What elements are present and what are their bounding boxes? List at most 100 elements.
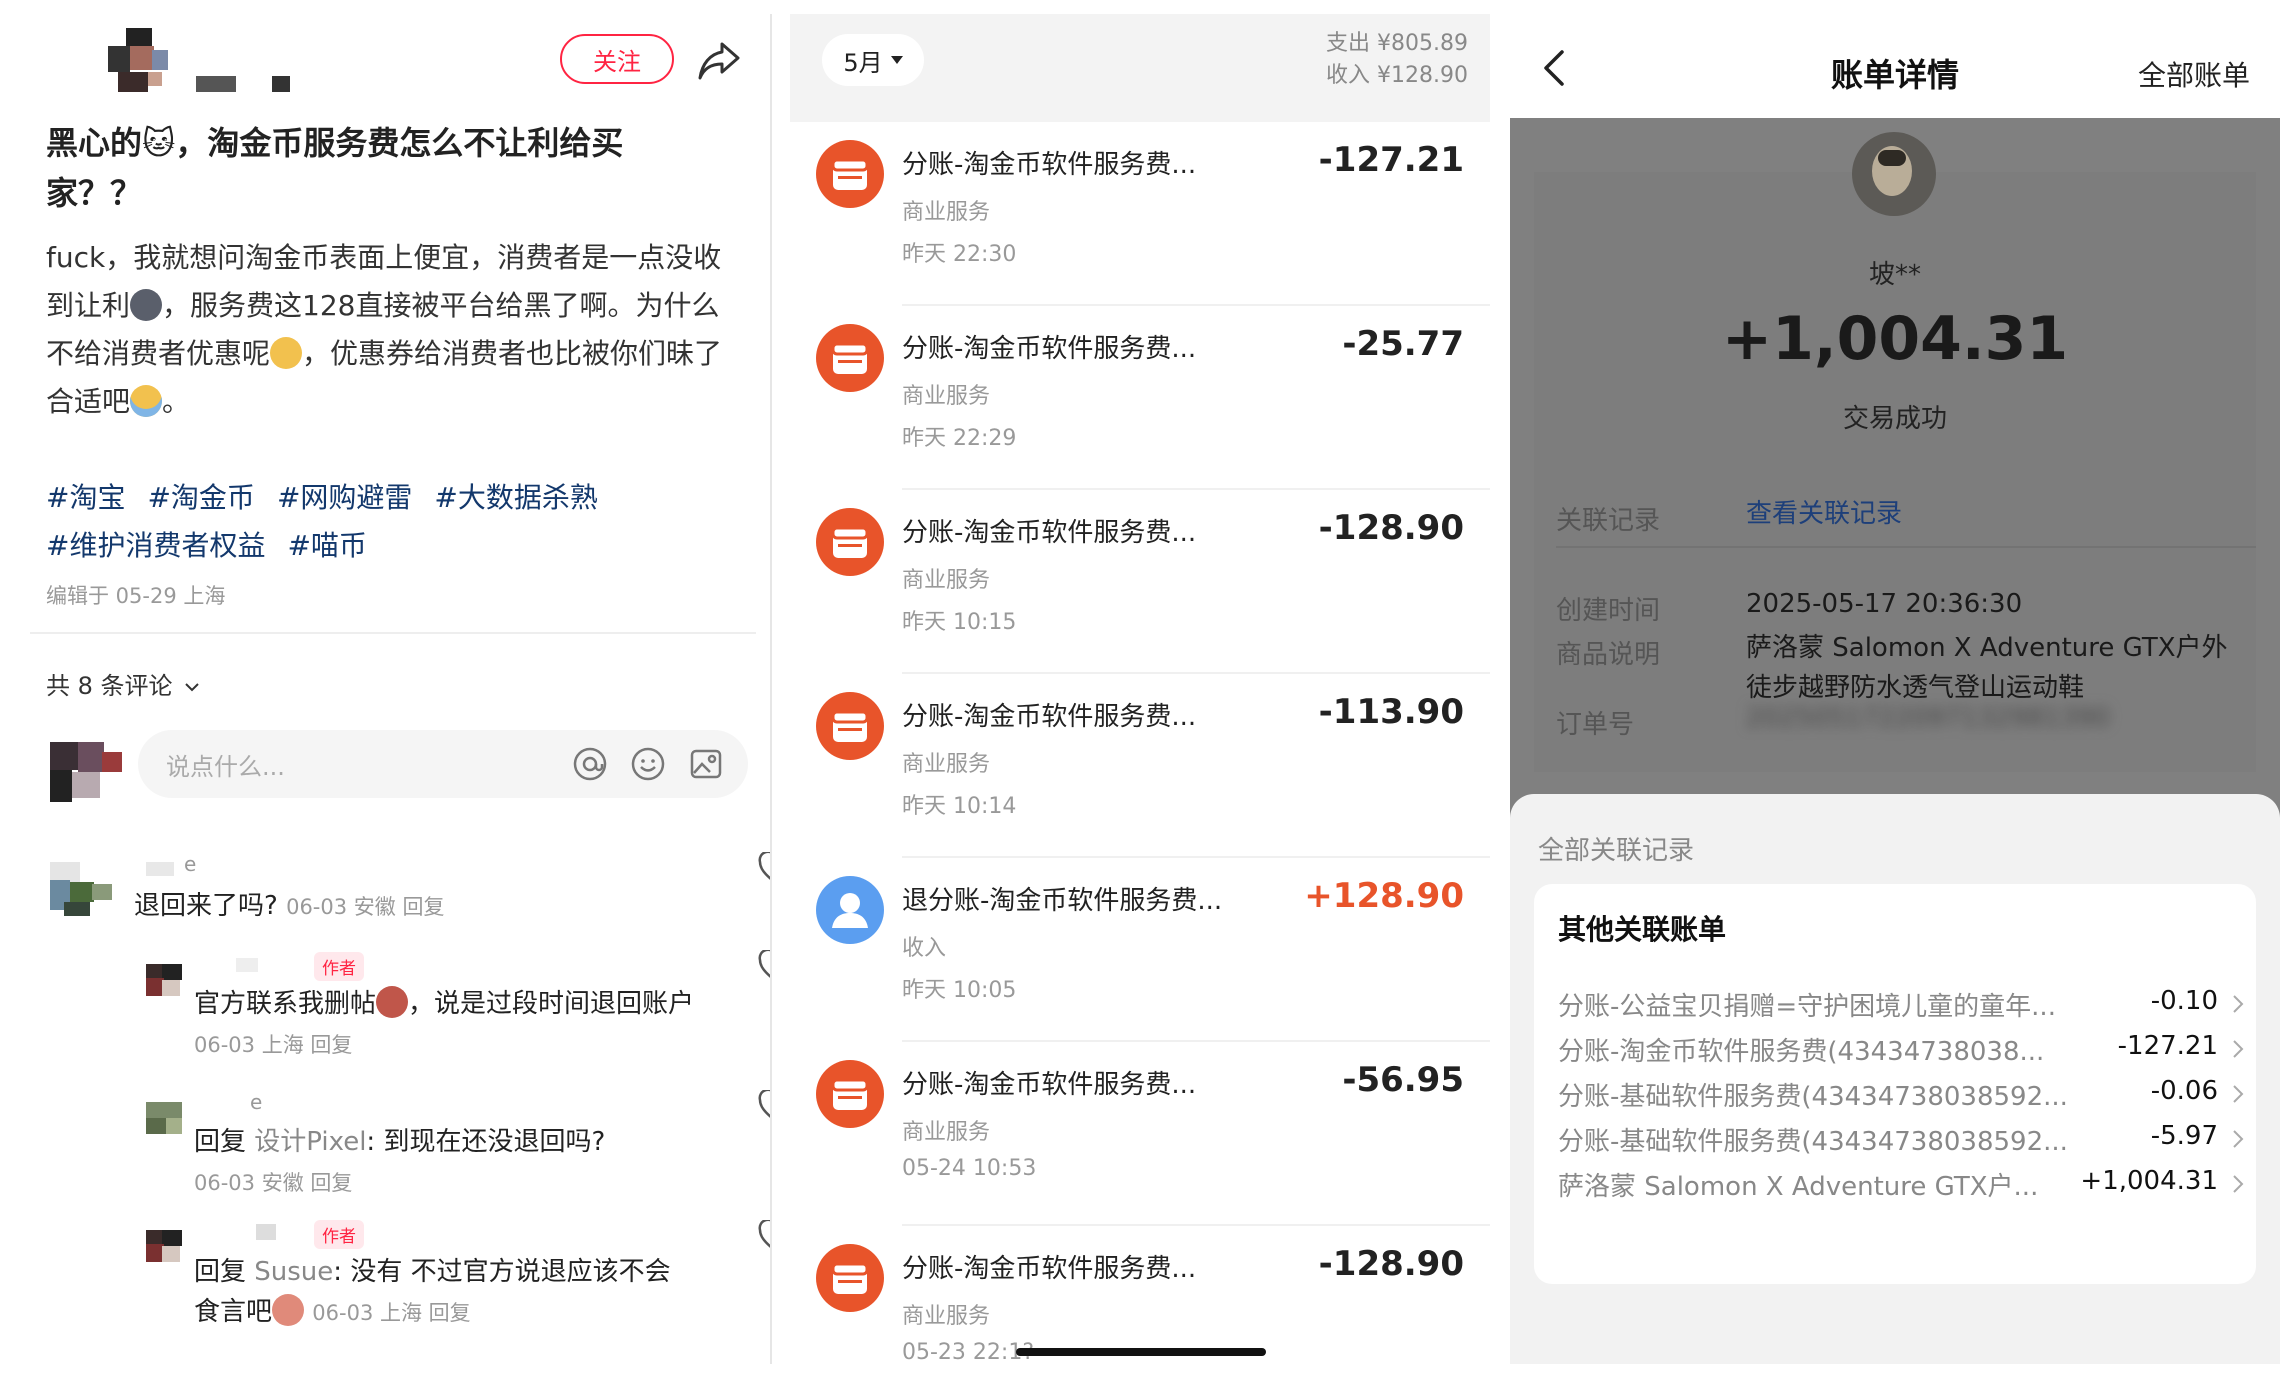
transaction-row[interactable]: 分账-淘金币软件服务费... -127.21 商业服务 昨天 22:30 <box>790 122 1490 306</box>
order-number-label: 订单号 <box>1556 710 1635 740</box>
transaction-row[interactable]: 分账-淘金币软件服务费... -128.90 商业服务 05-23 22:1? <box>790 1226 1490 1364</box>
tag[interactable]: #大数据杀熟 <box>434 481 597 514</box>
commenter-avatar[interactable] <box>50 862 112 918</box>
related-bill-row[interactable]: 分账-淘金币软件服务费(43434738038... -127.21 <box>1558 1031 2248 1075</box>
like-heart-icon[interactable] <box>758 1220 772 1254</box>
author-badge: 作者 <box>314 1220 364 1249</box>
related-bill-amount: -0.06 <box>2150 1076 2218 1106</box>
share-icon[interactable] <box>696 38 742 82</box>
commenter-name: e <box>184 852 197 876</box>
created-time-value: 2025-05-17 20:36:30 <box>1746 589 2023 619</box>
divider <box>30 632 756 634</box>
transaction-title: 分账-淘金币软件服务费... <box>902 150 1197 180</box>
summary-expense: 支出 ¥805.89 <box>1326 31 1468 56</box>
pleading-emoji-icon <box>272 1294 305 1326</box>
mention-icon[interactable] <box>572 746 608 782</box>
author-badge: 作者 <box>314 952 364 981</box>
transaction-row[interactable]: 分账-淘金币软件服务费... -56.95 商业服务 05-24 10:53 <box>790 1042 1490 1226</box>
transaction-category: 商业服务 <box>902 1120 991 1145</box>
follow-button[interactable]: 关注 <box>560 34 674 84</box>
transaction-time: 05-23 22:1? <box>902 1340 1034 1364</box>
dark-moon-emoji-icon <box>130 289 163 321</box>
tag[interactable]: #维护消费者权益 <box>46 529 265 562</box>
input-icons <box>572 746 724 782</box>
bill-detail-panel: 账单详情 全部账单 坡** +1,004.31 交易成功 关联记录 查看关联记录… <box>1510 14 2280 1364</box>
author-reply-avatar[interactable] <box>146 964 182 998</box>
transaction-status: 交易成功 <box>1842 404 1947 434</box>
transaction-amount: -128.90 <box>1318 1244 1464 1284</box>
related-bills-title: 其他关联账单 <box>1558 913 1727 946</box>
transaction-time: 昨天 10:05 <box>902 978 1017 1003</box>
store-icon <box>816 140 884 208</box>
month-label: 5月 <box>843 48 883 77</box>
reply-to-name[interactable]: 设计Pixel <box>254 1127 366 1157</box>
comment-meta[interactable]: 06-03 上海 回复 <box>312 1301 470 1325</box>
transaction-amount: +1,004.31 <box>1721 304 2069 374</box>
tag[interactable]: #网购避雷 <box>277 481 412 514</box>
transaction-row[interactable]: 分账-淘金币软件服务费... -128.90 商业服务 昨天 10:15 <box>790 490 1490 674</box>
comment-input-row: 说点什么... <box>50 730 750 810</box>
comment-count-label: 共 8 条评论 <box>46 672 173 700</box>
sweat-emoji-icon <box>130 385 163 417</box>
transaction-title: 分账-淘金币软件服务费... <box>902 702 1197 732</box>
author-reply-avatar[interactable] <box>146 1230 182 1264</box>
month-selector[interactable]: 5月 <box>822 34 924 86</box>
commenter-avatar[interactable] <box>146 1102 182 1136</box>
view-related-link[interactable]: 查看关联记录 <box>1746 494 2246 534</box>
all-bills-link[interactable]: 全部账单 <box>2138 54 2250 94</box>
store-icon <box>816 508 884 576</box>
comment-meta[interactable]: 06-03 安徽 回复 <box>286 895 444 919</box>
comment-body-cont: ，说是过段时间退回账户 <box>408 989 695 1019</box>
transaction-row[interactable]: 退分账-淘金币软件服务费... +128.90 收入 昨天 10:05 <box>790 858 1490 1042</box>
related-bill-row[interactable]: 萨洛蒙 Salomon X Adventure GTX户... +1,004.31 <box>1558 1166 2248 1210</box>
like-heart-icon[interactable] <box>758 1090 772 1124</box>
comment-meta[interactable]: 06-03 上海 回复 <box>194 1033 352 1057</box>
caret-down-icon <box>890 56 903 64</box>
tag[interactable]: #淘金币 <box>147 481 254 514</box>
bill-list-header: 5月 支出 ¥805.89 收入 ¥128.90 <box>790 14 1490 118</box>
transaction-row[interactable]: 分账-淘金币软件服务费... -113.90 商业服务 昨天 10:14 <box>790 674 1490 858</box>
emoji-icon[interactable] <box>630 746 666 782</box>
related-bill-row[interactable]: 分账-基础软件服务费(43434738038592... -0.06 <box>1558 1076 2248 1120</box>
order-number-value: 2025051722097132981390 <box>1746 703 2110 733</box>
image-icon[interactable] <box>688 746 724 782</box>
tag[interactable]: #淘宝 <box>46 481 125 514</box>
store-icon <box>816 324 884 392</box>
transaction-amount: -128.90 <box>1318 508 1464 548</box>
commenter-name: e <box>250 1090 263 1114</box>
transaction-title: 退分账-淘金币软件服务费... <box>902 886 1223 916</box>
tag[interactable]: #喵币 <box>287 529 366 562</box>
month-summary: 支出 ¥805.89 收入 ¥128.90 <box>1326 28 1468 92</box>
comment-meta[interactable]: 06-03 安徽 回复 <box>194 1171 352 1195</box>
author-name-blurred <box>196 76 236 92</box>
transaction-row[interactable]: 分账-淘金币软件服务费... -25.77 商业服务 昨天 22:29 <box>790 306 1490 490</box>
related-bill-amount: -5.97 <box>2150 1121 2218 1151</box>
reply-label: 回复 <box>194 1257 247 1287</box>
chevron-right-icon <box>2233 1085 2244 1103</box>
related-bill-row[interactable]: 分账-公益宝贝捐赠=守护困境儿童的童年... -0.10 <box>1558 986 2248 1030</box>
my-avatar <box>50 742 122 802</box>
transaction-category: 商业服务 <box>902 568 991 593</box>
comment-count-toggle[interactable]: 共 8 条评论 <box>46 666 200 701</box>
product-desc-label: 商品说明 <box>1556 640 1661 670</box>
comment-body: 退回来了吗? <box>134 891 278 921</box>
like-heart-icon[interactable] <box>758 852 772 886</box>
transaction-category: 商业服务 <box>902 384 991 409</box>
transaction-category: 商业服务 <box>902 200 991 225</box>
author-name-blurred-2 <box>272 76 290 92</box>
transaction-time: 昨天 10:14 <box>902 794 1017 819</box>
person-icon <box>816 876 884 944</box>
chevron-right-icon <box>2233 995 2244 1013</box>
comment-input[interactable]: 说点什么... <box>138 730 748 798</box>
transaction-amount: -56.95 <box>1342 1060 1464 1100</box>
comment-body: : 到现在还没退回吗? <box>366 1127 606 1157</box>
reply-to-name[interactable]: Susue <box>254 1257 333 1287</box>
related-bill-row[interactable]: 分账-基础软件服务费(43434738038592... -5.97 <box>1558 1121 2248 1165</box>
author-avatar[interactable] <box>108 28 184 92</box>
related-bill-amount: -0.10 <box>2150 986 2218 1016</box>
like-heart-icon[interactable] <box>758 950 772 984</box>
transaction-title: 分账-淘金币软件服务费... <box>902 1070 1197 1100</box>
transaction-amount: +128.90 <box>1304 876 1464 916</box>
related-bills-card: 其他关联账单 分账-公益宝贝捐赠=守护困境儿童的童年... -0.10 分账-淘金币… <box>1534 884 2256 1284</box>
summary-income: 收入 ¥128.90 <box>1326 63 1468 88</box>
